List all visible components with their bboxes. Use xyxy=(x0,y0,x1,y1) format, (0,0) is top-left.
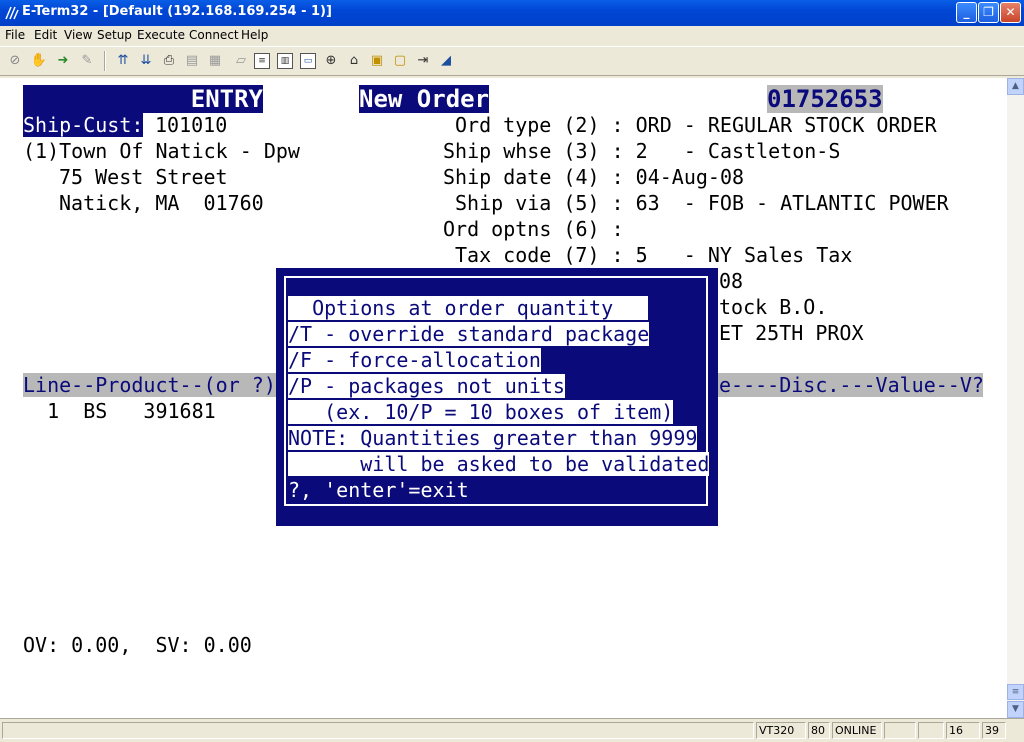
stamp-icon[interactable]: ✎ xyxy=(78,52,96,70)
new-order-label: New Order xyxy=(359,85,490,113)
menu-execute[interactable]: Execute xyxy=(137,28,185,42)
option-override-package: /T - override standard package xyxy=(288,322,650,346)
clear-icon[interactable]: ▱ xyxy=(232,52,250,70)
title-bar: E-Term32 - [Default (192.168.169.254 - 1… xyxy=(0,0,1024,26)
scroll-up-button[interactable]: ▲ xyxy=(1007,78,1024,95)
app-icon xyxy=(5,6,19,20)
paste-icon[interactable]: ▦ xyxy=(206,52,224,70)
popup-note-line-1: NOTE: Quantities greater than 9999 xyxy=(288,426,698,450)
script-icon[interactable]: ▢ xyxy=(391,52,409,70)
status-message-panel xyxy=(2,722,754,739)
line-header-left: Line--Product--(or ?) xyxy=(23,373,276,397)
options-popup: Options at order quantity /T - override … xyxy=(276,268,718,526)
option-packages-not-units: /P - packages not units xyxy=(288,374,565,398)
popup-exit-hint: ?, 'enter'=exit xyxy=(288,478,469,502)
menu-connect[interactable]: Connect xyxy=(189,28,239,42)
line-row[interactable]: 1 BS 391681 xyxy=(23,399,216,423)
status-emulation: VT320 xyxy=(756,722,806,739)
menu-help[interactable]: Help xyxy=(241,28,268,42)
folder-icon[interactable]: ▣ xyxy=(368,52,386,70)
connect-icon[interactable]: ➜ xyxy=(54,52,72,70)
scroll-thumb[interactable]: ≡ xyxy=(1007,684,1024,700)
macro-icon[interactable]: ⌂ xyxy=(345,52,363,70)
field-ship-date: Ship date (4) : 04-Aug-08 xyxy=(443,165,745,189)
minimize-button[interactable]: _ xyxy=(956,2,977,23)
hand-icon[interactable]: ✋ xyxy=(30,52,48,70)
exit-icon[interactable]: ⇥ xyxy=(414,52,432,70)
menu-bar: File Edit View Setup Execute Connect Hel… xyxy=(0,26,1024,45)
columns-icon[interactable]: ▥ xyxy=(277,53,293,69)
window-title: E-Term32 - [Default (192.168.169.254 - 1… xyxy=(22,4,332,19)
popup-title: Options at order quantity xyxy=(288,296,648,320)
status-blank-1 xyxy=(884,722,916,739)
ship-cust-value[interactable]: 101010 xyxy=(155,113,227,137)
ship-cust-label: Ship-Cust: xyxy=(23,113,144,137)
terminal-screen[interactable]: ENTRY New Order 01752653 Ship-Cust: 1010… xyxy=(0,78,1007,718)
status-columns: 80 xyxy=(808,722,830,739)
obscured-field-1: 08 xyxy=(719,269,744,293)
upload-icon[interactable]: ⇈ xyxy=(114,52,132,70)
list-icon[interactable]: ≡ xyxy=(254,53,270,69)
download-icon[interactable]: ⇊ xyxy=(137,52,155,70)
order-totals: OV: 0.00, SV: 0.00 xyxy=(23,633,252,657)
menu-view[interactable]: View xyxy=(64,28,92,42)
copy-icon[interactable]: ▤ xyxy=(183,52,201,70)
status-state: ONLINE xyxy=(832,722,882,739)
obscured-field-2: tock B.O. xyxy=(719,295,828,319)
customer-name: (1)Town Of Natick - Dpw xyxy=(23,139,300,163)
close-button[interactable]: ✕ xyxy=(1000,2,1021,23)
field-ship-via: Ship via (5) : 63 - FOB - ATLANTIC POWER xyxy=(455,191,949,215)
disconnect-icon[interactable]: ⊘ xyxy=(6,52,24,70)
order-number: 01752653 xyxy=(767,85,883,113)
status-blank-2 xyxy=(918,722,944,739)
status-col: 39 xyxy=(982,722,1006,739)
toolbar: ⊘ ✋ ➜ ✎ ⇈ ⇊ ⎙ ▤ ▦ ▱ ≡ ▥ ▭ ⊕ ⌂ ▣ ▢ ⇥ ◢ xyxy=(0,46,1024,76)
print-icon[interactable]: ⎙ xyxy=(160,52,178,70)
obscured-field-3: ET 25TH PROX xyxy=(719,321,864,345)
restore-button[interactable]: ❐ xyxy=(978,2,999,23)
crosshair-icon[interactable]: ⊕ xyxy=(322,52,340,70)
toolbar-separator xyxy=(104,51,106,71)
pen-icon[interactable]: ◢ xyxy=(437,52,455,70)
field-tax-code: Tax code (7) : 5 - NY Sales Tax xyxy=(455,243,853,267)
scroll-down-button[interactable]: ▼ xyxy=(1007,701,1024,718)
field-ord-type: Ord type (2) : ORD - REGULAR STOCK ORDER xyxy=(455,113,937,137)
option-force-allocation: /F - force-allocation xyxy=(288,348,541,372)
field-ord-optns: Ord optns (6) : xyxy=(443,217,624,241)
menu-file[interactable]: File xyxy=(5,28,25,42)
line-header-right: e----Disc.---Value--V? xyxy=(719,373,984,397)
entry-label: ENTRY xyxy=(23,85,263,113)
vertical-scrollbar[interactable]: ▲ ▼ ≡ xyxy=(1007,78,1024,718)
customer-address-1: 75 West Street xyxy=(59,165,228,189)
option-example: (ex. 10/P = 10 boxes of item) xyxy=(288,400,674,424)
customer-address-2: Natick, MA 01760 xyxy=(59,191,264,215)
status-bar: VT320 80 ONLINE 16 39 xyxy=(0,718,1024,742)
menu-edit[interactable]: Edit xyxy=(34,28,57,42)
status-row: 16 xyxy=(946,722,980,739)
menu-setup[interactable]: Setup xyxy=(97,28,132,42)
popup-note-line-2: will be asked to be validated xyxy=(288,452,710,476)
field-ship-whse: Ship whse (3) : 2 - Castleton-S xyxy=(443,139,841,163)
keyboard-icon[interactable]: ▭ xyxy=(300,53,316,69)
